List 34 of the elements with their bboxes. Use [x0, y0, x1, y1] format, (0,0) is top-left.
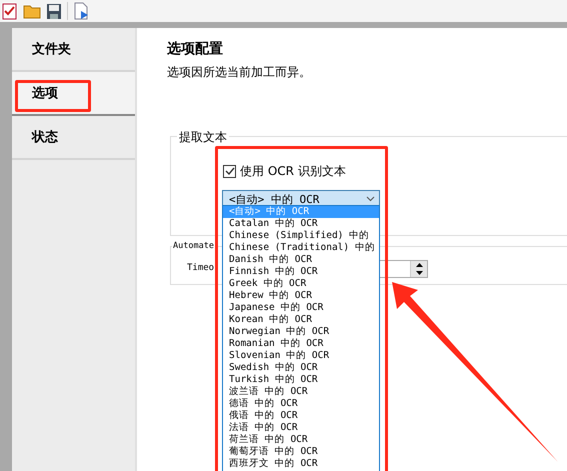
dropdown-option[interactable]: Greek 中的 OCR	[223, 278, 379, 290]
dropdown-option[interactable]: Chinese (Simplified) 中的	[223, 230, 379, 242]
dropdown-option[interactable]: Korean 中的 OCR	[223, 314, 379, 326]
dropdown-option[interactable]: Hebrew 中的 OCR	[223, 290, 379, 302]
ocr-checkbox[interactable]	[223, 165, 236, 178]
dropdown-option[interactable]: 葡萄牙语 中的 OCR	[223, 446, 379, 458]
dropdown-option[interactable]: 荷兰语 中的 OCR	[223, 434, 379, 446]
dropdown-option[interactable]: Danish 中的 OCR	[223, 254, 379, 266]
dropdown-option[interactable]: Norwegian 中的 OCR	[223, 326, 379, 338]
dropdown-option[interactable]: 波兰语 中的 OCR	[223, 386, 379, 398]
dropdown-option[interactable]: Japanese 中的 OCR	[223, 302, 379, 314]
timeout-label: Timeo	[187, 263, 214, 273]
spin-buttons-icon[interactable]	[410, 261, 427, 277]
dropdown-option[interactable]: Catalan 中的 OCR	[223, 218, 379, 230]
dropdown-option[interactable]: Finnish 中的 OCR	[223, 266, 379, 278]
dropdown-option[interactable]: 西班牙文 中的 OCR	[223, 458, 379, 470]
document-play-icon[interactable]	[73, 2, 90, 20]
save-icon[interactable]	[46, 2, 62, 20]
dropdown-option[interactable]: Turkish 中的 OCR	[223, 374, 379, 386]
page-subtitle: 选项因所选当前加工而异。	[167, 64, 312, 81]
dropdown-option[interactable]: Chinese (Traditional) 中的	[223, 242, 379, 254]
dropdown-option[interactable]: Romanian 中的 OCR	[223, 338, 379, 350]
dropdown-option[interactable]: 法语 中的 OCR	[223, 422, 379, 434]
group-legend: 提取文本	[177, 129, 229, 146]
dropdown-option[interactable]: Swedish 中的 OCR	[223, 362, 379, 374]
checkbox-label: 使用 OCR 识别文本	[240, 163, 346, 180]
checklist-icon[interactable]	[2, 2, 18, 20]
folder-icon[interactable]	[23, 3, 41, 19]
chevron-icon	[366, 196, 375, 202]
dropdown-option[interactable]: 德语 中的 OCR	[223, 398, 379, 410]
group-legend: Automate	[172, 241, 215, 251]
dropdown-option[interactable]: Slovenian 中的 OCR	[223, 350, 379, 362]
dropdown-option[interactable]: 俄语 中的 OCR	[223, 410, 379, 422]
page-title: 选项配置	[167, 40, 224, 58]
